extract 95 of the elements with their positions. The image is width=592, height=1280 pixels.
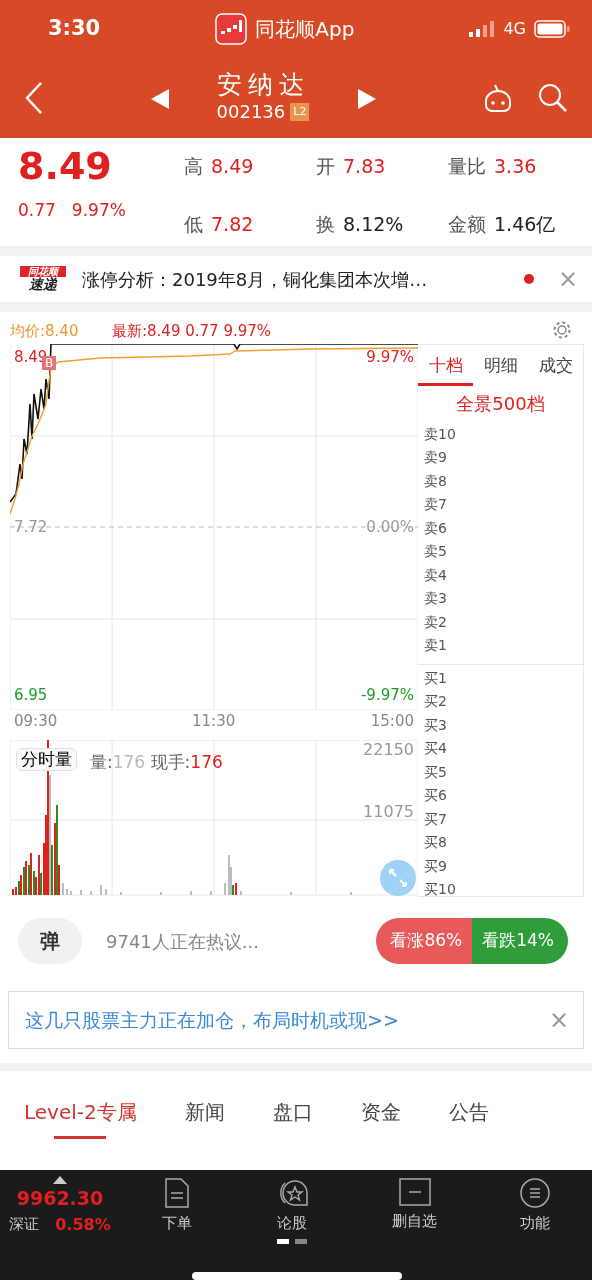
ask-level-label: 卖9 (423, 448, 448, 467)
stat-value: 7.83 (343, 154, 386, 179)
app-logo-icon (215, 13, 248, 45)
stock-code: 002136 (216, 100, 286, 125)
stat-label: 换 (316, 212, 335, 237)
x-axis-label: 09:30 (14, 714, 58, 729)
ask-level-label: 卖3 (423, 589, 448, 608)
y-axis-label: 0.00% (366, 520, 414, 535)
bid-level-label: 买6 (423, 786, 448, 805)
search-icon (538, 83, 568, 113)
level-badge: L2 (290, 102, 310, 121)
right-triangle-icon (357, 88, 376, 109)
stat-value: 3.36 (494, 154, 537, 179)
bid-level-label: 买2 (423, 692, 448, 711)
nav-item[interactable]: 论股 (274, 1178, 309, 1235)
discussion-count-text[interactable]: 9741人正在热议... (106, 927, 377, 955)
settings-icon[interactable] (552, 320, 572, 340)
stat-value: 7.82 (211, 212, 254, 237)
y-axis-label: 6.95 (14, 688, 48, 703)
robot-button[interactable] (482, 83, 514, 113)
stat-value: 8.12% (343, 212, 404, 237)
app-name: 同花顺App (255, 16, 355, 43)
ask-level-label: 卖10 (423, 424, 457, 444)
ask-level-label: 卖4 (423, 565, 448, 585)
stat-label: 开 (316, 154, 335, 179)
volume-readout: 量:176 现手:176 (90, 754, 223, 771)
bid-level-label: 买10 (423, 880, 457, 899)
section-tab[interactable]: 新闻 (184, 1083, 225, 1139)
bid-level-label: 买3 (423, 715, 448, 735)
danmaku-toggle-button[interactable]: 弹 (18, 918, 82, 964)
y-axis-label: 9.97% (366, 350, 414, 365)
bid-level-label: 买7 (423, 809, 448, 829)
average-price-label: 均价:8.40 (10, 324, 79, 339)
ask-level-label: 卖8 (423, 471, 448, 491)
back-button[interactable] (24, 81, 44, 115)
signal-icon (469, 21, 496, 37)
battery-icon (534, 20, 570, 38)
previous-stock-button[interactable] (150, 86, 169, 110)
section-tab[interactable]: Level-2专属 (24, 1083, 137, 1139)
ask-level-label: 卖7 (423, 495, 448, 514)
menu-icon (520, 1178, 551, 1208)
y-axis-label: -9.97% (360, 688, 414, 703)
stat-label: 金额 (448, 212, 486, 237)
stat-label: 高 (184, 154, 203, 179)
latest-price-label: 最新:8.49 0.77 9.97% (112, 324, 272, 339)
section-tab[interactable]: 资金 (360, 1083, 401, 1139)
y-axis-label: 7.72 (14, 520, 48, 535)
status-time: 3:30 (48, 15, 101, 43)
stat-value: 8.49 (211, 154, 254, 179)
nav-item[interactable]: 功能 (520, 1178, 551, 1244)
promo-link[interactable]: 这几只股票主力正在加仓，布局时机或现>> (25, 1005, 399, 1035)
search-button[interactable] (538, 83, 568, 113)
current-price: 8.49 (18, 144, 113, 190)
x-axis-label: 11:30 (192, 714, 236, 729)
up-arrow-icon (53, 1176, 67, 1184)
ask-level-label: 卖6 (423, 518, 448, 538)
bid-level-label: 买4 (423, 739, 448, 758)
bid-level-label: 买9 (423, 856, 448, 876)
volume-axis-label: 22150 (363, 742, 414, 758)
bid-level-label: 买1 (423, 668, 448, 688)
x-axis-label: 15:00 (370, 714, 414, 729)
order-book-tab[interactable]: 十档 (418, 345, 473, 386)
price-change: 0.77 (18, 198, 56, 222)
ask-level-label: 卖2 (423, 612, 448, 632)
nav-item[interactable]: 下单 (161, 1178, 192, 1244)
minus-square-icon (398, 1178, 431, 1206)
robot-icon (482, 83, 514, 113)
section-tab[interactable]: 盘口 (272, 1083, 313, 1139)
index-name: 深证 (9, 1213, 40, 1235)
network-label: 4G (503, 18, 526, 40)
index-percent: 0.58% (55, 1213, 111, 1236)
stat-label: 量比 (448, 154, 486, 179)
order-book-tab[interactable]: 明细 (473, 345, 528, 386)
nav-item[interactable]: 删自选 (392, 1178, 438, 1244)
next-stock-button[interactable] (357, 86, 376, 110)
stat-value: 1.46亿 (494, 212, 556, 237)
percent-change: 9.97% (71, 198, 126, 222)
bid-level-label: 买8 (423, 833, 448, 852)
stock-name: 安纳达 (216, 70, 310, 99)
index-value: 9962.30 (16, 1186, 104, 1211)
news-logo: 同花顺 速递 (20, 265, 66, 293)
volume-mode-button[interactable]: 分时量 (16, 748, 77, 771)
ask-level-label: 卖1 (423, 636, 448, 655)
full-depth-link[interactable]: 全景500档 (418, 385, 583, 423)
page-indicator (276, 1238, 307, 1244)
buy-marker: B (42, 356, 57, 370)
stat-label: 低 (184, 212, 203, 237)
order-book-tab[interactable]: 成交 (528, 345, 583, 386)
section-tab[interactable]: 公告 (448, 1083, 489, 1139)
left-triangle-icon (150, 88, 169, 109)
news-headline[interactable]: 涨停分析：2019年8月，铜化集团本次增… (82, 265, 508, 293)
volume-axis-label: 11075 (363, 804, 414, 820)
bid-level-label: 买5 (423, 762, 448, 782)
ask-level-label: 卖5 (423, 542, 448, 561)
back-icon (24, 81, 44, 115)
